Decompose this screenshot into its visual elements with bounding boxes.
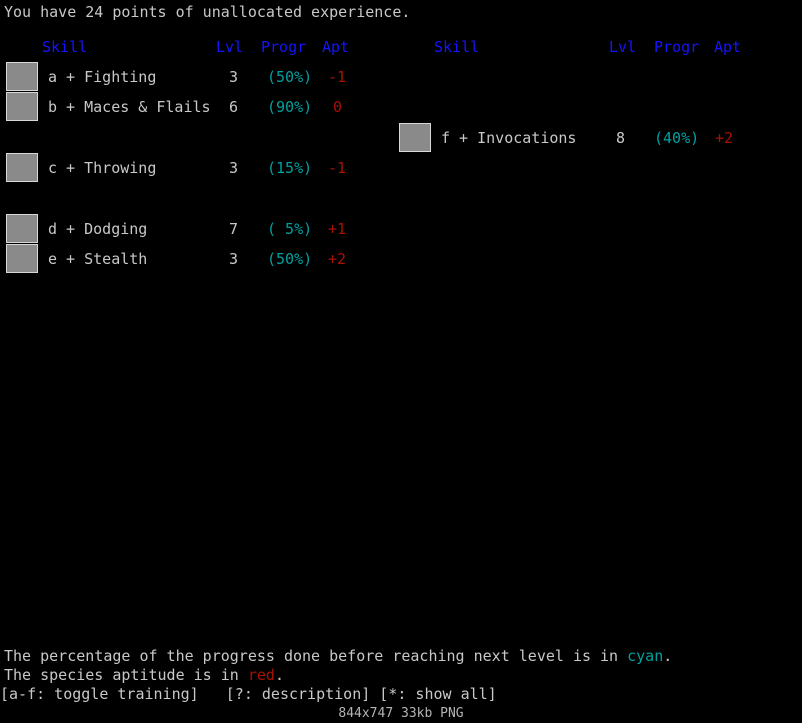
skill-lvl-invocations: 8: [615, 129, 625, 147]
skill-label-dodging: d + Dodging: [48, 220, 148, 238]
throwing-icon: [6, 153, 38, 182]
left-column-header-progr: Progr: [261, 38, 307, 56]
footer-legend-red-word: red: [247, 666, 275, 684]
right-column-header-lvl: Lvl: [609, 38, 637, 56]
skill-apt-stealth: +2: [328, 250, 347, 268]
skill-progr-stealth: (50%): [267, 250, 313, 268]
skill-row-invocations[interactable]: f + Invocations 8 (40%) +2: [399, 123, 759, 153]
skill-lvl-throwing: 3: [228, 159, 238, 177]
footer-key-hints[interactable]: [a-f: toggle training] [?: description] …: [0, 684, 497, 704]
left-column-header-skill: Skill: [42, 38, 88, 56]
skill-progr-throwing: (15%): [267, 159, 313, 177]
skill-apt-dodging: +1: [328, 220, 347, 238]
right-column-header-progr: Progr: [654, 38, 700, 56]
fighting-icon: [6, 62, 38, 91]
skill-lvl-maces-flails: 6: [228, 98, 238, 116]
skill-row-fighting[interactable]: a + Fighting 3 (50%) -1: [6, 62, 366, 92]
skill-label-fighting: a + Fighting: [48, 68, 157, 86]
skill-row-maces-flails[interactable]: b + Maces & Flails 6 (90%) 0: [6, 92, 366, 122]
dodging-icon: [6, 214, 38, 243]
skill-row-throwing[interactable]: c + Throwing 3 (15%) -1: [6, 153, 366, 183]
footer-legend-aptitude-text: The species aptitude is in: [4, 666, 248, 684]
footer-legend-aptitude-period: .: [274, 666, 284, 684]
skill-label-maces-flails: b + Maces & Flails: [48, 98, 211, 116]
stealth-icon: [6, 244, 38, 273]
skill-apt-fighting: -1: [328, 68, 347, 86]
skills-screen: You have 24 points of unallocated experi…: [0, 0, 802, 723]
footer-legend-progress-text: The percentage of the progress done befo…: [4, 647, 628, 665]
skill-progr-dodging: ( 5%): [267, 220, 313, 238]
maces-flails-icon: [6, 92, 38, 121]
skill-lvl-fighting: 3: [228, 68, 238, 86]
right-column-header-apt: Apt: [714, 38, 742, 56]
skill-progr-maces-flails: (90%): [267, 98, 313, 116]
footer-legend-progress-period: .: [663, 647, 673, 665]
footer-legend-progress: The percentage of the progress done befo…: [4, 646, 672, 666]
skill-progr-fighting: (50%): [267, 68, 313, 86]
skill-progr-invocations: (40%): [654, 129, 700, 147]
right-column-header-skill: Skill: [434, 38, 480, 56]
skill-label-invocations: f + Invocations: [441, 129, 577, 147]
status-bar-image-info: 844x747 33kb PNG: [338, 706, 464, 721]
invocations-icon: [399, 123, 431, 152]
skill-apt-throwing: -1: [328, 159, 347, 177]
footer-legend-aptitude: The species aptitude is in red.: [4, 665, 284, 685]
left-column-header-apt: Apt: [322, 38, 350, 56]
footer-legend-cyan-word: cyan: [627, 647, 664, 665]
left-column-header-lvl: Lvl: [216, 38, 244, 56]
skill-row-stealth[interactable]: e + Stealth 3 (50%) +2: [6, 244, 366, 274]
skill-row-dodging[interactable]: d + Dodging 7 ( 5%) +1: [6, 214, 366, 244]
skill-lvl-dodging: 7: [228, 220, 238, 238]
skill-lvl-stealth: 3: [228, 250, 238, 268]
skill-label-stealth: e + Stealth: [48, 250, 148, 268]
skill-apt-maces-flails: 0: [333, 98, 343, 116]
skill-apt-invocations: +2: [715, 129, 734, 147]
experience-message: You have 24 points of unallocated experi…: [4, 3, 411, 21]
skill-label-throwing: c + Throwing: [48, 159, 157, 177]
